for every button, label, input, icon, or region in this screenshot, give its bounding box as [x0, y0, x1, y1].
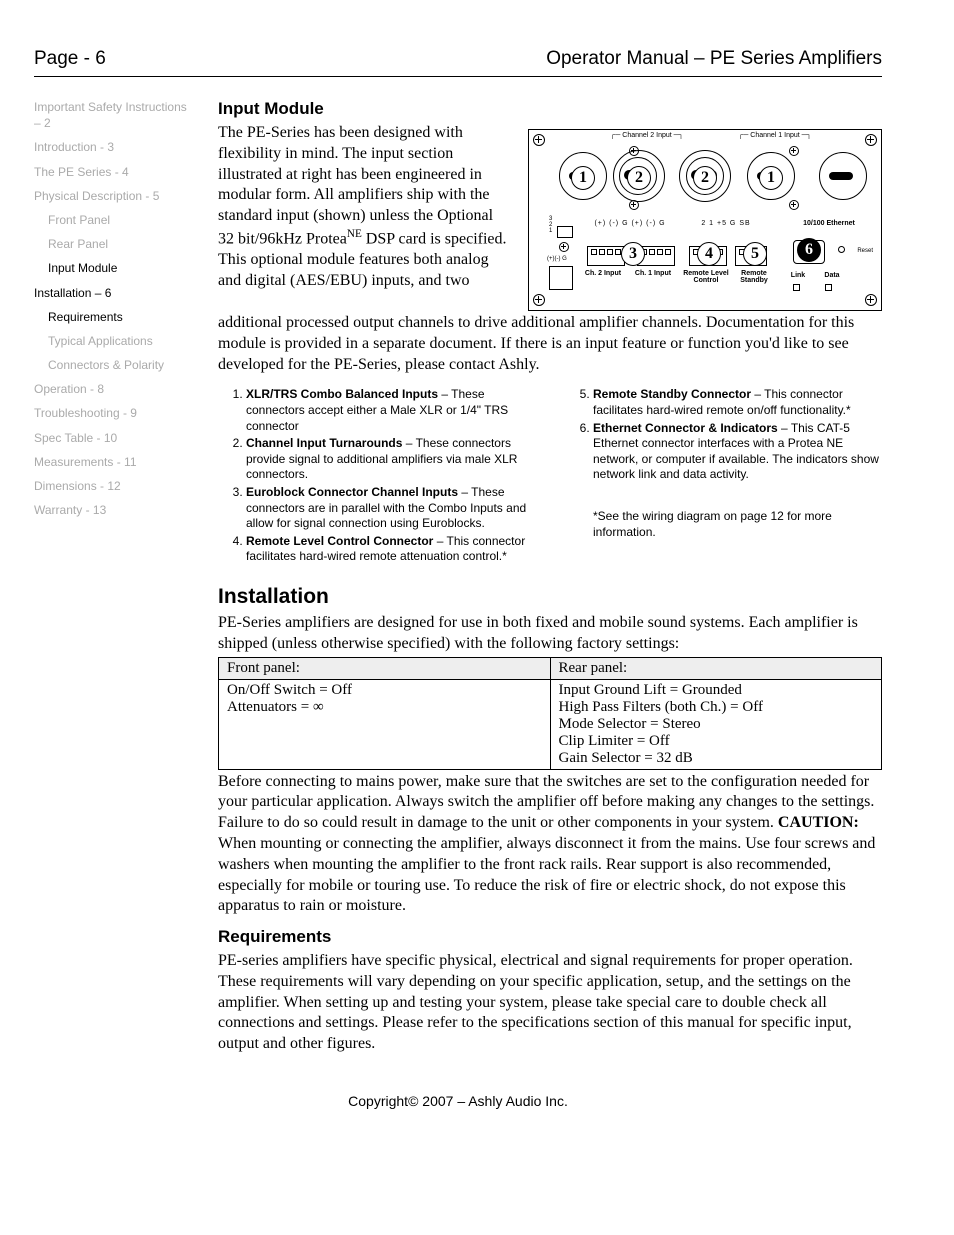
toc-item[interactable]: Physical Description - 5 — [34, 188, 194, 204]
table-cell-front: On/Off Switch = OffAttenuators = ∞ — [219, 679, 551, 769]
diagram-marks: (+)(-) G — [547, 256, 567, 262]
features-note: *See the wiring diagram on page 12 for m… — [565, 509, 882, 540]
intro-sup: NE — [347, 228, 362, 240]
diagram-pin-labels: (+) (-) G (+) (-) G — [585, 220, 675, 227]
feature-columns: XLR/TRS Combo Balanced Inputs – These co… — [218, 387, 882, 567]
toc-item[interactable]: Dimensions - 12 — [34, 478, 194, 494]
diagram-label: Ch. 2 Input — [583, 270, 623, 277]
callout-1: 1 — [571, 166, 595, 190]
toc-item[interactable]: Important Safety Instructions – 2 — [34, 99, 194, 131]
diagram-box — [557, 226, 573, 238]
diagram-box — [549, 266, 573, 290]
feature-item: Euroblock Connector Channel Inputs – The… — [246, 485, 535, 532]
diagram-label: ┌─ Channel 2 Input ─┐ — [597, 132, 697, 139]
main-content: Input Module The PE-Series has been desi… — [218, 99, 882, 1055]
feature-item: Channel Input Turnarounds – These connec… — [246, 436, 535, 483]
diagram-label: Link — [785, 272, 811, 279]
table-cell-rear: Input Ground Lift = GroundedHigh Pass Fi… — [550, 679, 882, 769]
toc-item[interactable]: Warranty - 13 — [34, 502, 194, 518]
installation-body: Before connecting to mains power, make s… — [218, 772, 882, 918]
footer-copyright: Copyright© 2007 – Ashly Audio Inc. — [34, 1093, 882, 1109]
reset-hole-icon — [838, 246, 845, 253]
toc-subitem[interactable]: Front Panel — [34, 212, 194, 228]
feature-item: Remote Standby Connector – This connecto… — [593, 387, 882, 418]
diagram-label: ┌─ Channel 1 Input ─┐ — [725, 132, 825, 139]
diagram-marks: 321 — [549, 216, 552, 234]
callout-2: 2 — [627, 166, 651, 190]
led-icon — [793, 284, 800, 291]
toc-subitem[interactable]: Requirements — [34, 309, 194, 325]
screw-icon — [865, 294, 877, 306]
screw-icon — [533, 294, 545, 306]
callout-5: 5 — [743, 242, 767, 266]
install-text-1: Before connecting to mains power, make s… — [218, 773, 874, 832]
table-header-front: Front panel: — [219, 657, 551, 679]
requirements-heading: Requirements — [218, 927, 882, 947]
toc-item[interactable]: Operation - 8 — [34, 381, 194, 397]
callout-3: 3 — [621, 242, 645, 266]
callout-4: 4 — [697, 242, 721, 266]
installation-intro: PE-Series amplifiers are designed for us… — [218, 613, 882, 655]
toc-item[interactable]: Spec Table - 10 — [34, 430, 194, 446]
screw-icon — [533, 134, 545, 146]
diagram-label: Remote Standby — [733, 270, 775, 284]
input-module-heading: Input Module — [218, 99, 882, 119]
toc-item[interactable]: Measurements - 11 — [34, 454, 194, 470]
toc-subitem[interactable]: Typical Applications — [34, 333, 194, 349]
screw-icon — [559, 242, 569, 252]
doc-title: Operator Manual – PE Series Amplifiers — [546, 48, 882, 70]
toc-subitem[interactable]: Input Module — [34, 260, 194, 276]
diagram-pin-labels: 2 1 +5 G SB — [687, 220, 765, 227]
factory-settings-table: Front panel: Rear panel: On/Off Switch =… — [218, 657, 882, 770]
input-module-diagram: ┌─ Channel 2 Input ─┐ ┌─ Channel 1 Input… — [528, 129, 882, 311]
feature-item: XLR/TRS Combo Balanced Inputs – These co… — [246, 387, 535, 434]
callout-6: 6 — [797, 238, 821, 262]
page-number: Page - 6 — [34, 48, 106, 70]
header-rule — [34, 76, 882, 77]
screw-icon — [865, 134, 877, 146]
screw-icon — [789, 200, 799, 210]
diagram-eth-label: 10/100 Ethernet — [789, 220, 869, 227]
connector-slot-icon — [829, 172, 853, 180]
toc-subitem[interactable]: Connectors & Polarity — [34, 357, 194, 373]
requirements-body: PE-series amplifiers have specific physi… — [218, 951, 882, 1055]
feature-item: Ethernet Connector & Indicators – This C… — [593, 421, 882, 483]
diagram-label: Data — [819, 272, 845, 279]
diagram-reset-label: Reset — [857, 248, 873, 254]
toc-item[interactable]: Introduction - 3 — [34, 139, 194, 155]
table-header-rear: Rear panel: — [550, 657, 882, 679]
diagram-label: Remote Level Control — [681, 270, 731, 284]
toc-item[interactable]: Installation – 6 — [34, 285, 194, 301]
toc-sidebar: Important Safety Instructions – 2 Introdu… — [34, 99, 194, 1055]
screw-icon — [789, 146, 799, 156]
input-module-intro-cont: additional processed output channels to … — [218, 313, 882, 375]
toc-item[interactable]: The PE Series - 4 — [34, 164, 194, 180]
toc-item[interactable]: Troubleshooting - 9 — [34, 405, 194, 421]
led-icon — [825, 284, 832, 291]
caution-label: CAUTION: — [778, 814, 859, 831]
diagram-label: Ch. 1 Input — [633, 270, 673, 277]
input-module-intro: The PE-Series has been designed with fle… — [218, 123, 510, 292]
euroblock-icon — [587, 246, 625, 266]
feature-item: Remote Level Control Connector – This co… — [246, 534, 535, 565]
install-text-2: When mounting or connecting the amplifie… — [218, 835, 875, 914]
callout-1: 1 — [759, 166, 783, 190]
toc-subitem[interactable]: Rear Panel — [34, 236, 194, 252]
installation-heading: Installation — [218, 585, 882, 609]
callout-2: 2 — [693, 166, 717, 190]
